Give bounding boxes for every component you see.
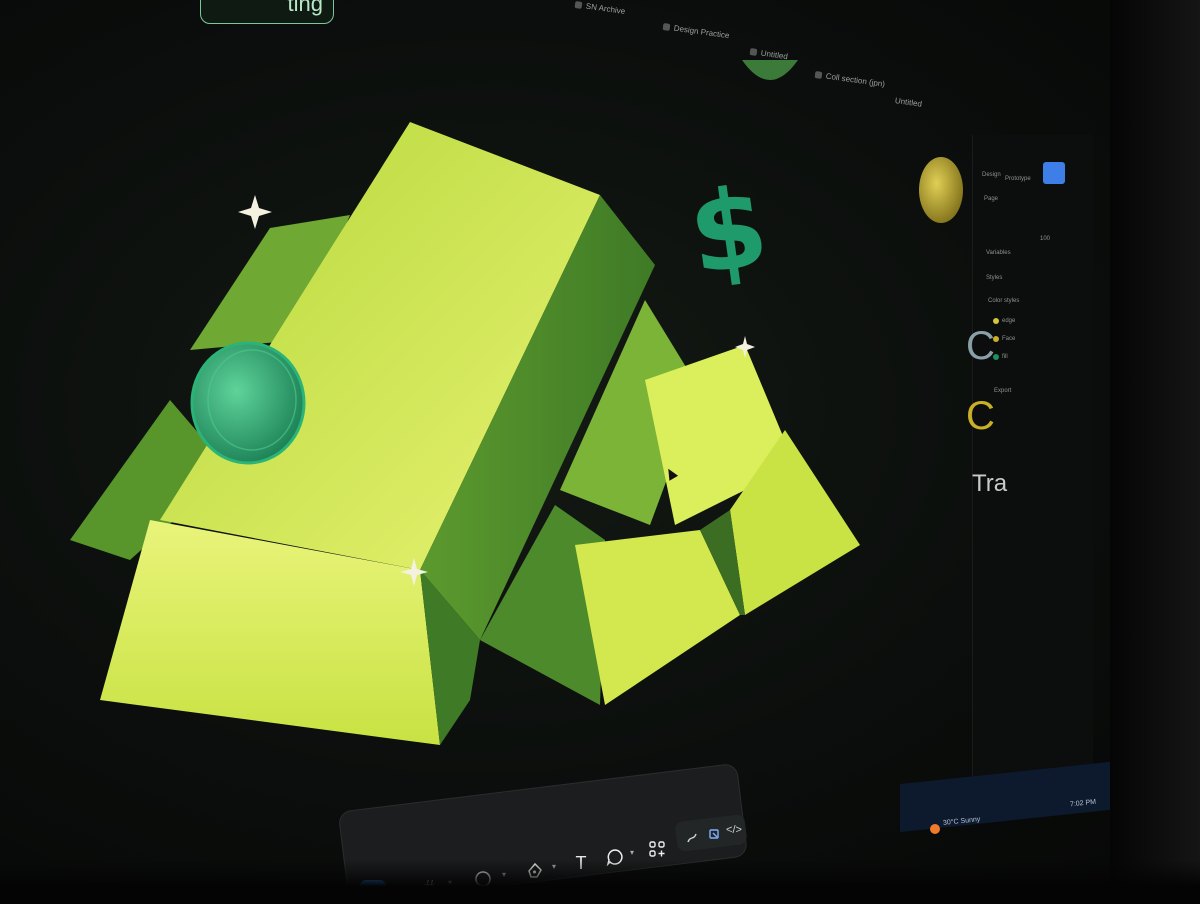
letter-c-gold-preview: C	[966, 394, 995, 438]
code-icon: </>	[726, 824, 742, 836]
gold-coin-small	[919, 157, 963, 223]
draw-icon	[687, 833, 697, 843]
coin-partial	[742, 60, 798, 80]
chevron-down-icon[interactable]: ▾	[448, 878, 452, 887]
chevron-down-icon[interactable]: ▾	[630, 848, 634, 857]
chevron-down-icon[interactable]: ▾	[394, 886, 398, 895]
color-style-name[interactable]: Face	[1002, 336, 1015, 342]
heading-fragment: Tra	[972, 470, 1008, 497]
hash-icon: #	[423, 876, 434, 897]
pen-tool[interactable]	[522, 858, 548, 884]
tab-prototype[interactable]: Prototype	[1005, 176, 1031, 182]
styles-label: Styles	[986, 275, 1003, 281]
comment-tool[interactable]	[602, 844, 628, 870]
pen-icon	[528, 862, 542, 878]
grid-plus-icon	[649, 841, 665, 857]
frame-tool[interactable]: #	[416, 874, 442, 900]
color-styles-label: Color styles	[988, 298, 1020, 304]
design-icon	[709, 829, 719, 839]
design-mode[interactable]	[704, 824, 724, 844]
screen: ting SN Archive Design Practice Untitled…	[0, 0, 1200, 904]
dev-mode[interactable]: </>	[724, 820, 744, 840]
draw-mode[interactable]	[682, 828, 702, 848]
zoom-percent[interactable]: 100	[1040, 236, 1050, 242]
variables-label[interactable]: Variables	[986, 250, 1011, 256]
tab-design[interactable]: Design	[982, 172, 1001, 178]
page-label: Page	[984, 196, 999, 202]
move-tool[interactable]	[360, 880, 386, 904]
chevron-down-icon[interactable]: ▾	[552, 862, 556, 871]
text-tool[interactable]: T	[568, 850, 594, 876]
weather-sun-icon	[930, 824, 940, 834]
cursor-icon	[366, 885, 381, 901]
export-label[interactable]: Export	[994, 388, 1011, 394]
color-style-name[interactable]: edge	[1002, 318, 1015, 324]
design-panel	[972, 135, 1093, 795]
share-button[interactable]	[1043, 162, 1065, 184]
circle-icon	[475, 871, 491, 887]
dollar-sign-icon: $	[682, 162, 776, 299]
sparkle-icon	[238, 195, 272, 229]
color-style-name[interactable]: fill	[1002, 354, 1008, 360]
letter-c-preview: C	[966, 324, 995, 368]
comment-icon	[606, 849, 623, 866]
shape-tool[interactable]	[470, 866, 496, 892]
chevron-down-icon[interactable]: ▾	[502, 870, 506, 879]
actions-tool[interactable]	[644, 836, 670, 862]
monitor-bezel	[1110, 0, 1200, 904]
text-icon: T	[575, 852, 587, 873]
